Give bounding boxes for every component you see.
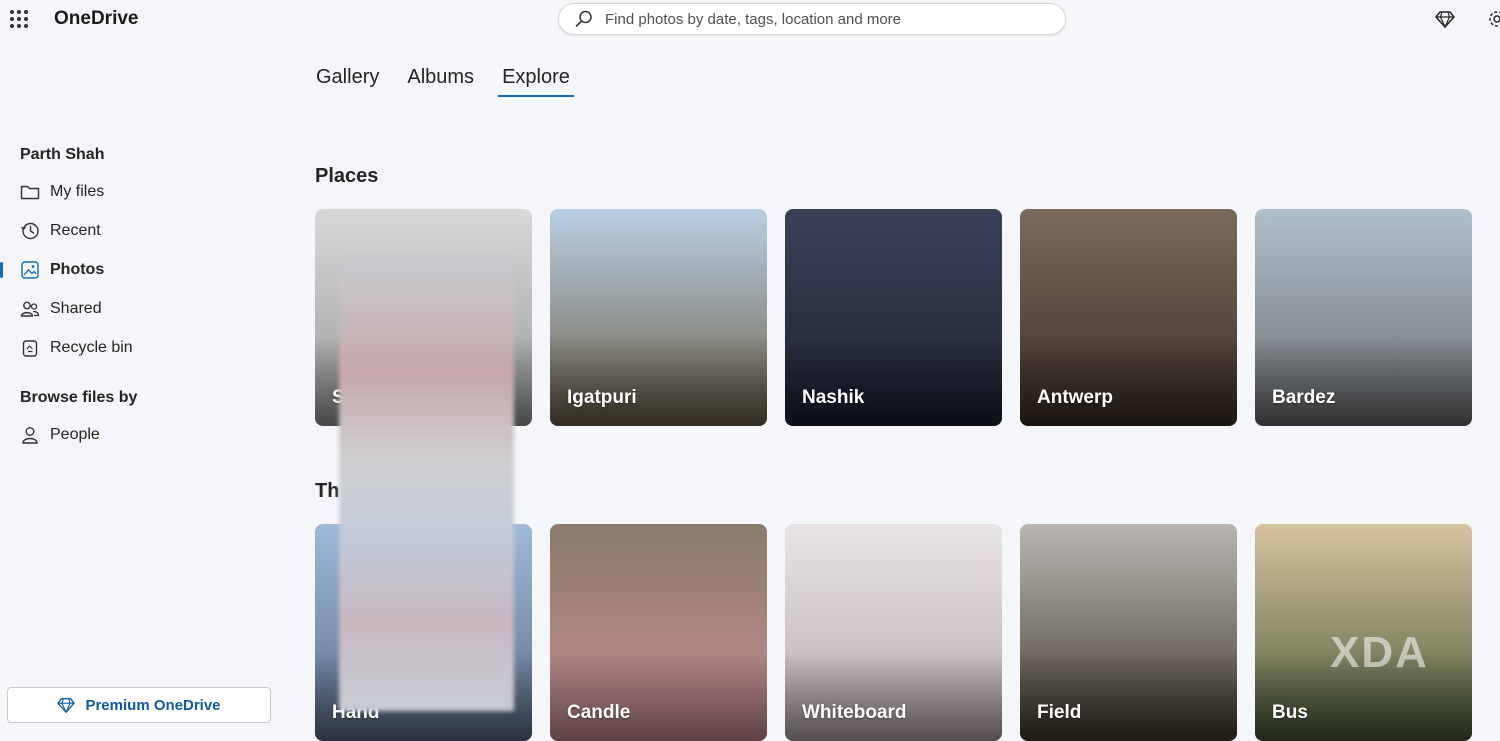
watermark-logo: XDA <box>1330 628 1429 677</box>
photo-icon <box>20 260 40 280</box>
place-card[interactable]: Antwerp <box>1020 209 1237 426</box>
thing-card[interactable]: Whiteboard <box>785 524 1002 741</box>
recycle-bin-icon <box>20 338 40 358</box>
premium-button[interactable]: Premium OneDrive <box>7 687 271 723</box>
people-icon <box>20 299 40 319</box>
tab-gallery[interactable]: Gallery <box>316 66 379 95</box>
sidebar-item-label: Recycle bin <box>50 339 133 356</box>
sidebar-item-people[interactable]: People <box>0 418 280 452</box>
user-name: Parth Shah <box>20 146 105 163</box>
place-card-label: Igatpuri <box>567 387 637 408</box>
folder-icon <box>20 182 40 202</box>
thing-card-label: Candle <box>567 702 631 723</box>
sidebar-item-label: People <box>50 426 100 443</box>
thing-card-label: Bus <box>1272 702 1308 723</box>
sidebar-item-recycle-bin[interactable]: Recycle bin <box>0 331 280 365</box>
sidebar-item-label: Photos <box>50 261 105 278</box>
place-card-label: Nashik <box>802 387 865 408</box>
search-input[interactable] <box>605 10 1035 28</box>
sidebar-item-my-files[interactable]: My files <box>0 175 280 209</box>
sidebar-item-label: My files <box>50 183 105 200</box>
place-card[interactable]: Nashik <box>785 209 1002 426</box>
things-heading: Th <box>315 480 340 502</box>
sidebar-item-photos[interactable]: Photos <box>0 253 280 287</box>
search-icon <box>575 10 592 27</box>
places-heading: Places <box>315 165 379 187</box>
view-tabs: Gallery Albums Explore <box>316 66 574 97</box>
tab-albums[interactable]: Albums <box>407 66 474 95</box>
sidebar-item-recent[interactable]: Recent <box>0 214 280 248</box>
sidebar-item-label: Shared <box>50 300 102 317</box>
thing-card-label: Whiteboard <box>802 702 907 723</box>
app-title[interactable]: OneDrive <box>54 8 138 30</box>
person-icon <box>20 425 40 445</box>
thing-card[interactable]: Candle <box>550 524 767 741</box>
redaction-blur <box>339 259 514 711</box>
sidebar-item-label: Recent <box>50 222 101 239</box>
history-icon <box>20 221 40 241</box>
waffle-icon[interactable] <box>10 10 28 28</box>
sidebar: Parth Shah My files Recent Photos Shared… <box>0 40 290 739</box>
thing-card-label: Field <box>1037 702 1082 723</box>
sidebar-item-shared[interactable]: Shared <box>0 292 280 326</box>
diamond-icon <box>57 698 76 714</box>
thing-card[interactable]: Field <box>1020 524 1237 741</box>
diamond-icon[interactable] <box>1435 9 1455 29</box>
place-card-label: Bardez <box>1272 387 1336 408</box>
tab-explore[interactable]: Explore <box>498 66 574 97</box>
place-card[interactable]: Bardez <box>1255 209 1472 426</box>
gear-icon[interactable] <box>1487 9 1500 29</box>
search-box[interactable] <box>558 3 1066 35</box>
browse-section-title: Browse files by <box>20 389 138 406</box>
place-card-label: Antwerp <box>1037 387 1113 408</box>
premium-label: Premium OneDrive <box>85 696 221 714</box>
top-bar: OneDrive <box>0 0 1500 40</box>
place-card[interactable]: Igatpuri <box>550 209 767 426</box>
